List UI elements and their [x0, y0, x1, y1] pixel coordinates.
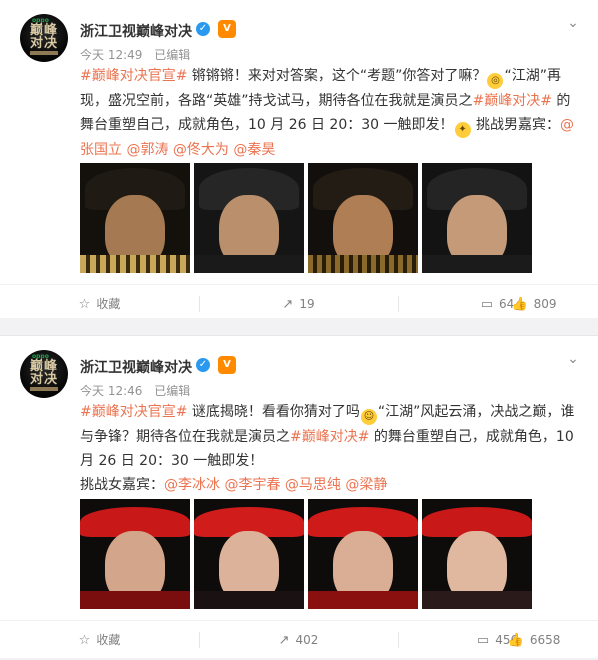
- photo-thumbnail[interactable]: [422, 499, 532, 609]
- mention-link[interactable]: @佟大为: [173, 142, 229, 158]
- photo-grid: [80, 499, 560, 609]
- repost-count: 19: [299, 297, 315, 311]
- repost-button[interactable]: ↗ 402: [199, 621, 398, 659]
- vip-icon[interactable]: V: [218, 20, 236, 38]
- hashtag-link[interactable]: #巅峰对决#: [473, 93, 552, 109]
- hashtag-link[interactable]: #巅峰对决#: [290, 429, 369, 445]
- repost-count: 402: [295, 633, 319, 647]
- mention-link[interactable]: @梁静: [345, 477, 387, 493]
- photo-thumbnail[interactable]: [194, 163, 304, 273]
- photo-thumbnail[interactable]: [194, 499, 304, 609]
- mention-link[interactable]: @李冰冰: [164, 477, 220, 493]
- repost-button[interactable]: ↗ 19: [199, 285, 398, 323]
- edited-label[interactable]: 已编辑: [154, 48, 190, 62]
- mention-link[interactable]: @秦昊: [233, 142, 275, 158]
- verified-badge-icon: ✓: [196, 358, 210, 372]
- mention-link[interactable]: @郭涛: [126, 142, 168, 158]
- text-segment: 锵锵锵！来对对答案，这个“考题”你答对了嘛？: [187, 68, 487, 84]
- post-action-bar: ☆ 收藏 ↗ 19 ▭ 64 👍 809: [0, 284, 598, 323]
- vip-icon[interactable]: V: [218, 356, 236, 374]
- account-avatar[interactable]: oppo 巅峰对决: [20, 14, 68, 62]
- hashtag-link[interactable]: #巅峰对决官宣#: [80, 68, 187, 84]
- post-meta: 今天 12:46 已编辑: [80, 382, 198, 399]
- weibo-post-1: oppo 巅峰对决 浙江卫视巅峰对决 ✓ V ⌄ 今天 12:49 已编辑 #巅…: [0, 0, 598, 318]
- chevron-down-icon[interactable]: ⌄: [566, 16, 580, 30]
- avatar-logo-bar: [30, 51, 58, 55]
- favorite-label: 收藏: [96, 633, 121, 647]
- text-segment: 挑战男嘉宾：: [471, 117, 560, 133]
- post-text: #巅峰对决官宣# 锵锵锵！来对对答案，这个“考题”你答对了嘛？ ◎ “江湖”再现，盛…: [80, 64, 575, 162]
- wink-emoji-icon: ☺: [360, 409, 377, 425]
- photo-thumbnail[interactable]: [80, 499, 190, 609]
- photo-thumbnail[interactable]: [308, 499, 418, 609]
- mention-link[interactable]: @李宇春: [224, 477, 280, 493]
- cheer-emoji-icon: ✦: [454, 122, 471, 138]
- repost-icon: ↗: [282, 297, 294, 312]
- favorite-button[interactable]: ☆ 收藏: [0, 285, 199, 323]
- glasses-emoji-icon: ◎: [487, 73, 504, 89]
- chevron-down-icon[interactable]: ⌄: [566, 352, 580, 366]
- like-count: 6658: [529, 633, 561, 647]
- account-avatar[interactable]: oppo 巅峰对决: [20, 350, 68, 398]
- avatar-logo-text: 巅峰对决: [29, 359, 58, 387]
- repost-icon: ↗: [278, 633, 290, 648]
- verified-badge-icon: ✓: [196, 22, 210, 36]
- account-name[interactable]: 浙江卫视巅峰对决: [80, 357, 192, 377]
- favorite-button[interactable]: ☆ 收藏: [0, 621, 199, 659]
- star-icon: ☆: [78, 633, 91, 648]
- thumbs-up-icon: 👍: [511, 297, 528, 312]
- post-action-bar: ☆ 收藏 ↗ 402 ▭ 456 👍 6658: [0, 620, 598, 659]
- account-name[interactable]: 浙江卫视巅峰对决: [80, 21, 192, 41]
- text-segment: 谜底揭晓！看看你猜对了吗: [187, 404, 360, 420]
- edited-label[interactable]: 已编辑: [154, 384, 190, 398]
- weibo-post-2: oppo 巅峰对决 浙江卫视巅峰对决 ✓ V ⌄ 今天 12:46 已编辑 #巅…: [0, 335, 598, 658]
- post-text: #巅峰对决官宣# 谜底揭晓！看看你猜对了吗 ☺ “江湖”风起云涌，决战之巅，谁与争锋…: [80, 400, 575, 497]
- like-count: 809: [533, 297, 557, 311]
- like-button[interactable]: 👍 6658: [470, 621, 598, 659]
- star-icon: ☆: [78, 297, 91, 312]
- avatar-logo-text: 巅峰对决: [29, 23, 58, 51]
- post-time[interactable]: 今天 12:49: [80, 48, 142, 62]
- photo-thumbnail[interactable]: [308, 163, 418, 273]
- like-button[interactable]: 👍 809: [470, 285, 598, 323]
- favorite-label: 收藏: [96, 297, 121, 311]
- avatar-logo-bar: [30, 387, 58, 391]
- mention-link[interactable]: @马思纯: [285, 477, 341, 493]
- text-segment: 挑战女嘉宾：: [80, 477, 164, 493]
- post-meta: 今天 12:49 已编辑: [80, 46, 198, 63]
- post-time[interactable]: 今天 12:46: [80, 384, 142, 398]
- photo-thumbnail[interactable]: [422, 163, 532, 273]
- photo-grid: [80, 163, 560, 273]
- hashtag-link[interactable]: #巅峰对决官宣#: [80, 404, 187, 420]
- thumbs-up-icon: 👍: [507, 633, 524, 648]
- photo-thumbnail[interactable]: [80, 163, 190, 273]
